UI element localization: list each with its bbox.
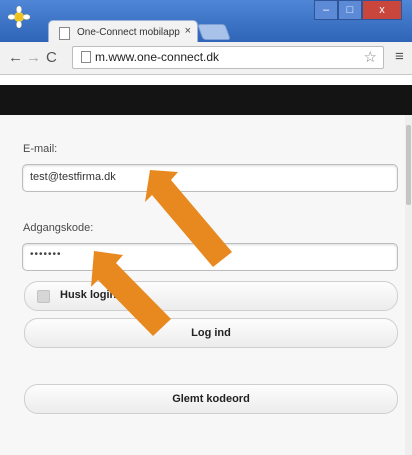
arrow-to-password-icon (91, 251, 171, 336)
arrow-to-email-icon (145, 170, 232, 267)
annotation-arrows (91, 170, 232, 336)
